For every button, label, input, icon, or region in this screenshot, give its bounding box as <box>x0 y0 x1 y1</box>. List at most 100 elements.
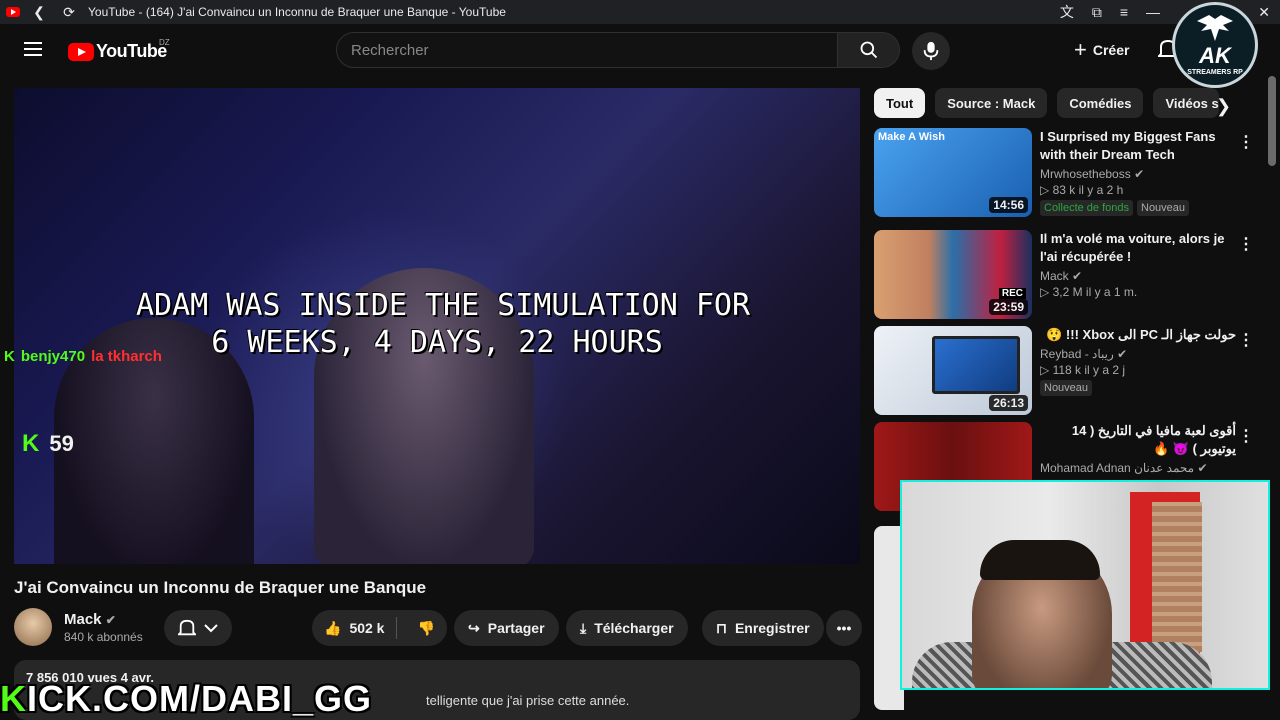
channel-name[interactable]: Mack <box>64 611 102 628</box>
minimize-icon[interactable]: — <box>1146 4 1160 20</box>
chevron-right-icon[interactable]: ❯ <box>1216 96 1231 117</box>
ak-streamers-logo: AK STREAMERS RP <box>1172 2 1258 88</box>
recommendation-item[interactable]: 26:13 حولت جهاز الـ PC الى Xbox !!! 😲 Re… <box>874 326 1264 415</box>
thumbs-up-icon: 👍 <box>324 619 342 636</box>
create-label: Créer <box>1092 42 1130 58</box>
ak-logo-text: AK <box>1199 42 1231 68</box>
chip-source-mack[interactable]: Source : Mack <box>935 88 1048 118</box>
recommendation-title[interactable]: أقوى لعبة مافيا في التاريخ ( 14 يوتيوبر … <box>1040 422 1236 458</box>
video-player[interactable]: ADAM WAS INSIDE THE SIMULATION FOR 6 WEE… <box>14 88 860 564</box>
download-button[interactable]: ⤓ Télécharger <box>566 610 688 646</box>
logo-text: YouTube <box>96 41 167 61</box>
thumbnail-text: Make A Wish <box>878 131 945 143</box>
webcam-overlay <box>900 480 1270 690</box>
recommendation-title[interactable]: حولت جهاز الـ PC الى Xbox !!! 😲 <box>1040 326 1236 344</box>
translate-icon[interactable]: 文 <box>1060 2 1074 22</box>
more-actions-button[interactable]: ••• <box>826 610 862 646</box>
save-button[interactable]: ⊓ Enregistrer <box>702 610 824 646</box>
video-thumbnail[interactable]: 26:13 <box>874 326 1032 415</box>
plus-icon: + <box>1074 37 1087 62</box>
recommendation-meta: ▷ 3,2 M il y a 1 m. <box>1040 285 1138 299</box>
new-badge: Nouveau <box>1040 380 1093 396</box>
ak-logo-subtext: STREAMERS RP <box>1187 68 1243 76</box>
recommendation-title[interactable]: Il m'a volé ma voiture, alors je l'ai ré… <box>1040 230 1236 266</box>
chip-videos-similaires[interactable]: Vidéos si <box>1153 88 1220 118</box>
webcam-hair <box>980 540 1100 580</box>
chip-tout[interactable]: Tout <box>874 88 926 118</box>
phoenix-icon <box>1197 14 1233 41</box>
video-thumbnail[interactable]: REC 23:59 <box>874 230 1032 319</box>
microphone-icon <box>923 41 939 61</box>
youtube-logo[interactable]: YouTube DZ <box>68 38 170 62</box>
verified-icon: ✔ <box>1072 269 1083 283</box>
channel-avatar[interactable] <box>14 608 52 646</box>
search-icon <box>860 41 877 59</box>
filter-chips: Tout Source : Mack Comédies Vidéos si <box>874 88 1220 118</box>
close-window-icon[interactable]: ✕ <box>1258 4 1270 21</box>
recommendation-title[interactable]: I Surprised my Biggest Fans with their D… <box>1040 128 1236 164</box>
more-options-icon[interactable]: ⋮ <box>1238 330 1254 350</box>
create-button[interactable]: + Créer <box>1062 32 1141 68</box>
share-label: Partager <box>487 620 545 636</box>
kick-logo-icon: K <box>22 430 40 457</box>
country-code: DZ <box>159 38 170 47</box>
recommendation-channel[interactable]: Reybad - ريباد <box>1040 347 1114 361</box>
subscription-bell-button[interactable] <box>164 610 232 646</box>
verified-icon: ✔ <box>1197 461 1208 475</box>
subscriber-count: 840 k abonnés <box>64 629 143 644</box>
viewer-number: 59 <box>49 431 74 456</box>
kick-icon: K <box>4 348 15 365</box>
download-label: Télécharger <box>594 620 674 636</box>
dislike-button[interactable]: 👎 <box>405 620 446 637</box>
search-input[interactable]: Rechercher <box>336 32 838 68</box>
chat-text: la tkharch <box>91 348 162 365</box>
like-count: 502 k <box>349 620 385 636</box>
chip-comedies[interactable]: Comédies <box>1057 88 1144 118</box>
chevron-down-icon <box>204 624 218 633</box>
thumbnail-monitor <box>932 336 1020 394</box>
share-icon: ↪ <box>468 619 480 636</box>
kick-banner-k: K <box>0 678 27 719</box>
recommendation-channel[interactable]: Mack <box>1040 269 1069 283</box>
youtube-header: YouTube DZ Rechercher + Créer <box>0 24 1280 76</box>
video-duration: 14:56 <box>989 197 1028 213</box>
video-thumbnail[interactable]: Make A Wish 14:56 <box>874 128 1032 217</box>
hamburger-menu-icon[interactable] <box>24 42 42 56</box>
thumbs-down-icon: 👎 <box>417 619 435 636</box>
recommendation-meta: ▷ 118 k il y a 2 j <box>1040 363 1126 377</box>
new-badge: Nouveau <box>1137 200 1190 216</box>
recommendation-item[interactable]: Make A Wish 14:56 I Surprised my Biggest… <box>874 128 1264 217</box>
kick-url-banner: KICK.COM/DABI_GG <box>0 678 372 720</box>
browser-title-bar: ❮ ⟳ YouTube - (164) J'ai Convaincu un In… <box>0 0 1280 24</box>
extensions-icon[interactable]: ⧉ <box>1092 4 1102 21</box>
recommendation-channel[interactable]: Mrwhosetheboss <box>1040 167 1131 181</box>
recommendation-channel[interactable]: Mohamad Adnan محمد عدنان <box>1040 461 1194 475</box>
search-button[interactable] <box>838 32 900 68</box>
channel-info[interactable]: Mack ✔ 840 k abonnés <box>14 608 143 646</box>
verified-icon: ✔ <box>1117 347 1128 361</box>
video-duration: 26:13 <box>989 395 1028 411</box>
youtube-play-icon <box>68 42 94 61</box>
verified-icon: ✔ <box>105 612 116 627</box>
back-icon[interactable]: ❮ <box>28 4 50 21</box>
tab-title: YouTube - (164) J'ai Convaincu un Inconn… <box>88 5 506 19</box>
share-button[interactable]: ↪ Partager <box>454 610 559 646</box>
youtube-favicon-icon <box>6 7 20 17</box>
more-options-icon[interactable]: ⋮ <box>1238 132 1254 152</box>
browser-menu-icon[interactable]: ≡ <box>1120 4 1128 20</box>
save-label: Enregistrer <box>734 620 810 636</box>
search-placeholder: Rechercher <box>351 41 429 59</box>
more-icon: ••• <box>836 620 852 636</box>
page-scrollbar[interactable] <box>1268 76 1276 166</box>
stream-chat-message: K benjy470 la tkharch <box>4 348 162 365</box>
more-options-icon[interactable]: ⋮ <box>1238 234 1254 254</box>
kick-banner-text: ICK.COM/DABI_GG <box>27 678 373 719</box>
reload-icon[interactable]: ⟳ <box>58 4 80 21</box>
like-dislike-group: 👍 502 k 👎 <box>312 610 447 646</box>
more-options-icon[interactable]: ⋮ <box>1238 426 1254 446</box>
voice-search-button[interactable] <box>912 32 950 70</box>
chat-username: benjy470 <box>20 348 86 365</box>
like-button[interactable]: 👍 502 k <box>312 617 398 639</box>
download-icon: ⤓ <box>580 619 587 636</box>
recommendation-item[interactable]: REC 23:59 Il m'a volé ma voiture, alors … <box>874 230 1264 319</box>
